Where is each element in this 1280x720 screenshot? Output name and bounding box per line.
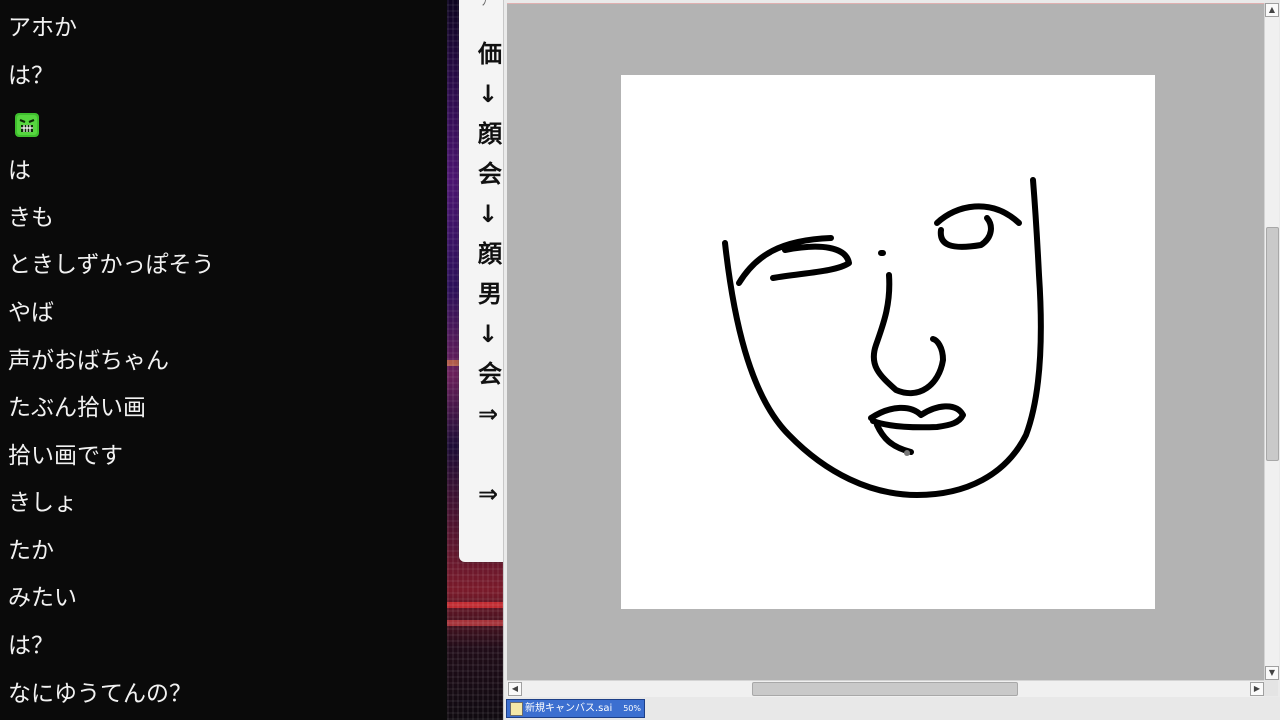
background-light [447, 602, 503, 608]
chat-message: きも [8, 205, 54, 231]
scroll-right-icon[interactable]: ▶ [1250, 682, 1264, 696]
background-light [447, 620, 503, 626]
chat-message: きしょ [8, 490, 77, 516]
memo-line: ↓ [478, 200, 499, 228]
memo-line: 男 [478, 280, 502, 308]
memo-line: 顔 [478, 120, 502, 148]
memo-line: 会 [478, 160, 502, 188]
memo-line: ↓ [478, 320, 499, 348]
chat-message: は [8, 158, 31, 184]
canvas-viewport[interactable] [507, 3, 1264, 681]
scroll-down-icon[interactable]: ▼ [1265, 666, 1279, 680]
memo-line: 会 [478, 360, 502, 388]
memo-top-fragment: ﾌ [481, 0, 488, 8]
memo-line: ⇒ [478, 400, 499, 428]
document-tab-name: 新規キャンバス.sai [525, 703, 613, 714]
drawing-canvas[interactable] [621, 75, 1155, 609]
memo-line: 顔 [478, 240, 502, 268]
document-tab[interactable]: 新規キャンバス.sai 50% [506, 699, 645, 718]
scroll-up-icon[interactable]: ▲ [1265, 3, 1279, 17]
nose-stroke [870, 250, 946, 397]
memo-line: ↓ [478, 80, 499, 108]
horizontal-scroll-thumb[interactable] [752, 682, 1018, 696]
memo-line: ⇒ [478, 480, 499, 508]
chat-message: みたい [8, 585, 77, 611]
chat-panel: アホか は？ は きも ときしずかっぽそう やば 声がおばちゃん たぶん拾い画 … [0, 0, 447, 720]
chat-message: 拾い画です [8, 443, 123, 469]
paint-tool-sai-window: ▲ ▼ ◀ ▶ 新規キャンバス.sai 50% [503, 0, 1280, 720]
vertical-scrollbar[interactable]: ▲ ▼ [1264, 3, 1279, 680]
vertical-scroll-thumb[interactable] [1266, 227, 1279, 461]
chat-message: 声がおばちゃん [8, 348, 169, 374]
right-eye-stroke [934, 203, 1022, 250]
memo-window: ﾌ 価 ↓ 顔 会 ↓ 顔 男 ↓ 会 ⇒ ⇒ [459, 0, 509, 562]
chat-message: は？ [8, 633, 54, 659]
chat-message: は？ [8, 63, 54, 89]
memo-line: 価 [478, 40, 502, 68]
chat-message: やば [8, 300, 54, 326]
green-angry-face-emote-icon [15, 113, 39, 137]
scroll-left-icon[interactable]: ◀ [508, 682, 522, 696]
chat-message: なにゆうてんの？ [8, 681, 192, 707]
chat-message: ときしずかっぽそう [8, 252, 215, 278]
horizontal-scrollbar[interactable]: ◀ ▶ [507, 680, 1264, 697]
chat-message: たか [8, 538, 54, 564]
sai-file-icon [510, 702, 523, 716]
chat-message: アホか [8, 15, 77, 41]
pen-cursor-icon [904, 450, 910, 456]
lips-stroke [868, 403, 966, 431]
chat-message: たぶん拾い画 [8, 395, 146, 421]
left-eye-stroke [736, 235, 852, 286]
document-tab-zoom: 50% [623, 704, 641, 713]
face-drawing [722, 177, 1044, 498]
document-tab-bar: 新規キャンバス.sai 50% [504, 697, 1280, 720]
scrollbar-corner [1264, 680, 1278, 696]
